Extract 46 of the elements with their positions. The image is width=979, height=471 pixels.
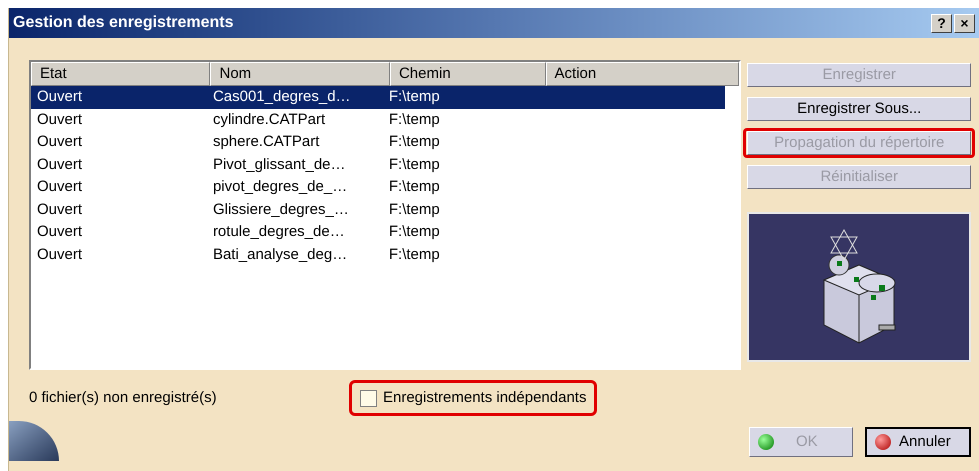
window-title: Gestion des enregistrements: [13, 13, 234, 33]
table-cell: F:\temp: [388, 156, 440, 172]
table-cell: Ouvert: [37, 200, 82, 218]
table-cell: Ouvert: [37, 223, 82, 240]
help-button[interactable]: ?: [931, 14, 952, 32]
table-row[interactable]: Ouvert Glissiere_degres_… F:\temp: [31, 198, 725, 221]
table-cell: Ouvert: [37, 110, 82, 128]
table-cell: F:\temp: [388, 88, 440, 105]
table-cell: F:\temp: [388, 200, 440, 218]
cancel-button[interactable]: Annuler: [865, 427, 971, 457]
column-header[interactable]: Action: [546, 62, 739, 86]
table-row[interactable]: Ouvert pivot_degres_de_… F:\temp: [31, 176, 725, 198]
checkbox-label: Enregistrements indépendants: [383, 388, 586, 408]
column-header[interactable]: Chemin: [390, 62, 546, 86]
table-cell: F:\temp: [388, 133, 440, 150]
table-cell: F:\temp: [388, 223, 440, 240]
column-header[interactable]: Nom: [210, 62, 390, 86]
table-cell: Ouvert: [37, 178, 82, 195]
table-cell: Ouvert: [37, 156, 82, 172]
table-row[interactable]: Ouvert rotule_degres_de… F:\temp: [31, 221, 725, 244]
table-cell: Cas001_degres_d…: [212, 88, 351, 105]
independent-checkbox[interactable]: Enregistrements indépendants: [349, 380, 598, 416]
table-row[interactable]: Ouvert Cas001_degres_d… F:\temp: [31, 86, 725, 108]
table-cell: Bati_analyse_deg…: [212, 246, 348, 262]
table-cell: Ouvert: [37, 246, 82, 262]
table-cell: Glissiere_degres_…: [212, 200, 349, 218]
side-button[interactable]: Enregistrer Sous...: [747, 97, 971, 121]
table-cell: Ouvert: [37, 88, 82, 105]
table-cell: Ouvert: [37, 133, 82, 150]
table-cell: F:\temp: [388, 246, 440, 262]
globe-decoration: [9, 421, 59, 461]
checkbox[interactable]: [360, 390, 377, 406]
table-row[interactable]: Ouvert Pivot_glissant_de… F:\temp: [31, 154, 725, 176]
table-row[interactable]: Ouvert Bati_analyse_deg… F:\temp: [31, 244, 725, 266]
table-row[interactable]: Ouvert cylindre.CATPart F:\temp: [31, 108, 725, 131]
table-cell: rotule_degres_de…: [212, 223, 345, 240]
table-cell: F:\temp: [388, 178, 440, 195]
table-cell: F:\temp: [388, 110, 440, 128]
column-header[interactable]: Etat: [31, 62, 210, 86]
table-cell: cylindre.CATPart: [212, 110, 326, 128]
table-cell: Pivot_glissant_de…: [212, 156, 346, 172]
table-cell: sphere.CATPart: [212, 133, 320, 150]
close-button[interactable]: ×: [954, 14, 975, 32]
table-cell: pivot_degres_de_…: [212, 178, 348, 195]
status-text: 0 fichier(s) non enregistré(s): [29, 388, 218, 408]
table-row[interactable]: Ouvert sphere.CATPart F:\temp: [31, 131, 725, 154]
